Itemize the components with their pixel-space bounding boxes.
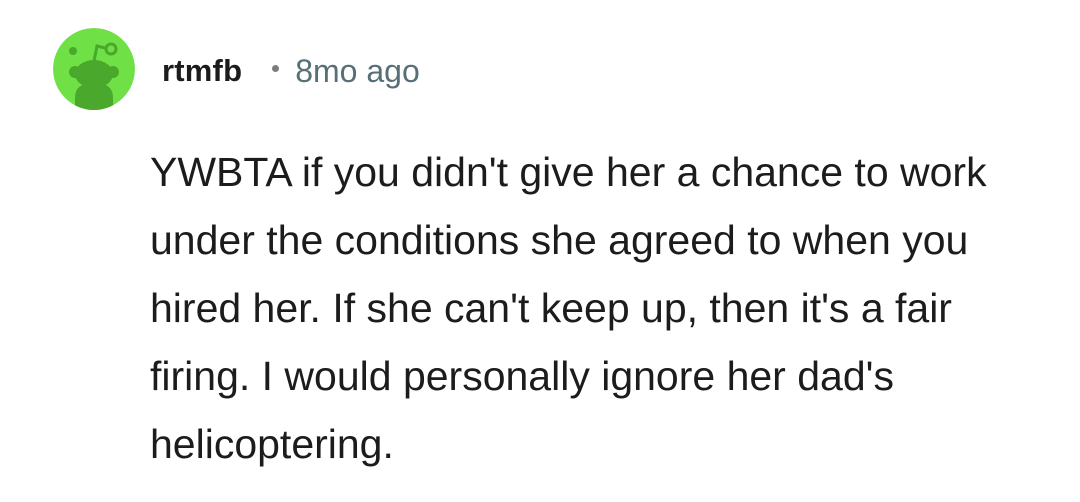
comment-body: YWBTA if you didn't give her a chance to… <box>150 149 987 467</box>
comment: rtmfb 8mo ago YWBTA if you didn't give h… <box>0 0 1080 502</box>
username-link[interactable]: rtmfb <box>162 53 242 89</box>
reddit-snoo-avatar-icon <box>53 28 135 110</box>
separator-dot <box>272 64 280 72</box>
comment-meta: rtmfb 8mo ago <box>162 48 420 94</box>
user-avatar[interactable] <box>53 28 135 110</box>
timestamp: 8mo ago <box>295 52 420 89</box>
